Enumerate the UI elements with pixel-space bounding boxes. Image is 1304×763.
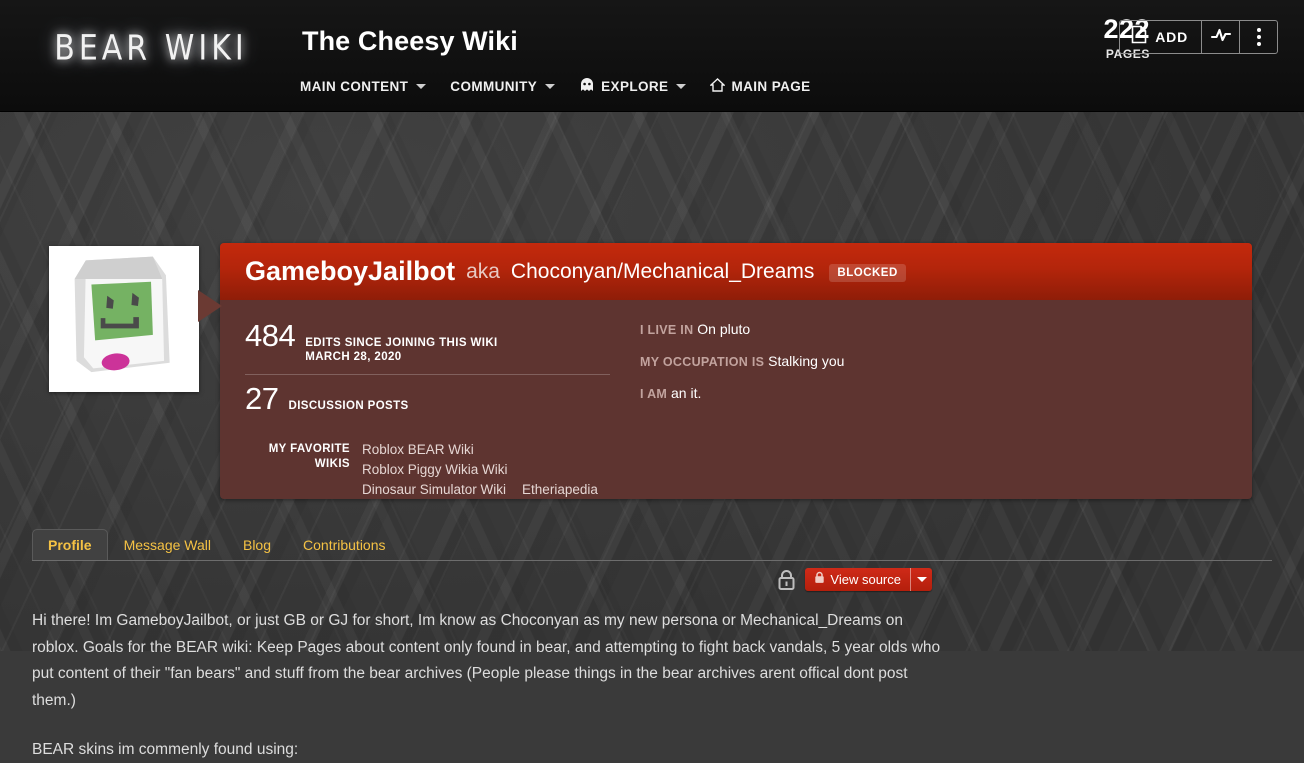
- profile-stats-column: 484 EDITS SINCE JOINING THIS WIKI MARCH …: [245, 318, 610, 499]
- add-page-button[interactable]: ADD: [1120, 21, 1201, 53]
- favorite-wiki-link[interactable]: Dinosaur Simulator Wiki: [362, 480, 506, 499]
- favorite-wiki-link[interactable]: Roblox Piggy Wikia Wiki: [362, 462, 508, 477]
- site-title[interactable]: The Cheesy Wiki: [302, 26, 518, 57]
- profile-card-body: 484 EDITS SINCE JOINING THIS WIKI MARCH …: [220, 300, 1252, 499]
- profile-article-body: Hi there! Im GameboyJailbot, or just GB …: [32, 608, 942, 763]
- user-alias: Choconyan/Mechanical_Dreams: [510, 259, 815, 283]
- edits-stat: 484 EDITS SINCE JOINING THIS WIKI MARCH …: [245, 318, 610, 365]
- favorite-label-line2: WIKIS: [314, 458, 350, 471]
- add-button-label: ADD: [1155, 29, 1188, 45]
- tab-message-wall[interactable]: Message Wall: [108, 529, 227, 560]
- nav-item-main-content[interactable]: MAIN CONTENT: [300, 79, 427, 94]
- site-logo-wordmark[interactable]: BEAR WIKI: [30, 26, 272, 70]
- nav-item-explore[interactable]: EXPLORE: [579, 78, 687, 95]
- main-navigation: MAIN CONTENT COMMUNITY EXPLORE MAIN PAGE: [300, 78, 811, 95]
- nav-item-main-page[interactable]: MAIN PAGE: [709, 78, 811, 95]
- header-button-group: ADD: [1119, 20, 1278, 54]
- view-source-main[interactable]: View source: [805, 568, 910, 591]
- tab-contributions[interactable]: Contributions: [287, 529, 402, 560]
- favorite-wikis-list: Roblox BEAR Wiki Roblox Piggy Wikia Wiki…: [362, 440, 598, 499]
- tab-profile[interactable]: Profile: [32, 529, 108, 561]
- small-lock-icon: [814, 571, 825, 589]
- edits-count: 484: [245, 318, 296, 353]
- site-header: BEAR WIKI The Cheesy Wiki MAIN CONTENT C…: [0, 0, 1304, 112]
- bio-key: I LIVE IN: [640, 323, 694, 337]
- status-badge: BLOCKED: [829, 263, 906, 282]
- chevron-down-icon: [545, 84, 556, 89]
- user-profile-card: GameboyJailbot aka Choconyan/Mechanical_…: [220, 243, 1252, 499]
- article-paragraph-1: Hi there! Im GameboyJailbot, or just GB …: [32, 612, 941, 709]
- caret-down-icon: [916, 577, 927, 582]
- favorite-wiki-link[interactable]: Etheriapedia: [522, 480, 598, 499]
- bio-value: On pluto: [697, 321, 751, 337]
- nav-label: EXPLORE: [601, 79, 669, 94]
- edits-label-line2: MARCH 28, 2020: [305, 351, 402, 364]
- tabs-divider: [32, 560, 1272, 561]
- stats-divider: [245, 373, 610, 375]
- activity-button[interactable]: [1201, 21, 1239, 53]
- favorite-wikis-label: MY FAVORITE WIKIS: [245, 440, 350, 499]
- bio-key: MY OCCUPATION IS: [640, 355, 765, 369]
- page-actions: View source: [777, 568, 932, 591]
- discussion-posts-stat: 27 DISCUSSION POSTS: [245, 381, 610, 417]
- edits-label: EDITS SINCE JOINING THIS WIKI MARCH 28, …: [305, 336, 497, 365]
- page-icon: [1131, 25, 1147, 49]
- profile-tabs: Profile Message Wall Blog Contributions: [32, 523, 1272, 561]
- article-paragraph-2: BEAR skins im commenly found using:: [32, 740, 299, 758]
- posts-label: DISCUSSION POSTS: [288, 399, 409, 412]
- favorite-wikis-section: MY FAVORITE WIKIS Roblox BEAR Wiki Roblo…: [245, 440, 610, 499]
- chevron-down-icon: [416, 84, 427, 89]
- edits-label-line1: EDITS SINCE JOINING THIS WIKI: [305, 337, 498, 349]
- home-icon: [709, 78, 727, 95]
- site-logo-text: BEAR WIKI: [54, 27, 248, 69]
- favorite-label-line1: MY FAVORITE: [268, 442, 350, 455]
- bio-occupation: MY OCCUPATION IS Stalking you: [640, 353, 844, 369]
- bio-live-in: I LIVE IN On pluto: [640, 321, 844, 337]
- bio-i-am: I AM an it.: [640, 385, 844, 401]
- view-source-dropdown[interactable]: [910, 568, 932, 591]
- view-source-button[interactable]: View source: [805, 568, 932, 591]
- nav-label: COMMUNITY: [450, 79, 538, 94]
- card-pointer: [198, 290, 222, 322]
- profile-bio-column: I LIVE IN On pluto MY OCCUPATION IS Stal…: [610, 318, 844, 499]
- padlock-icon: [777, 569, 796, 591]
- bio-key: I AM: [640, 387, 668, 401]
- ghost-icon: [579, 78, 595, 95]
- nav-item-community[interactable]: COMMUNITY: [450, 79, 556, 94]
- nav-label: MAIN CONTENT: [300, 79, 409, 94]
- chevron-down-icon: [676, 84, 687, 89]
- tab-blog[interactable]: Blog: [227, 529, 287, 560]
- favorite-wiki-link[interactable]: Roblox BEAR Wiki: [362, 442, 474, 457]
- bio-value: an it.: [671, 385, 702, 401]
- avatar[interactable]: [49, 246, 199, 392]
- aka-word: aka: [466, 259, 500, 283]
- view-source-label: View source: [830, 572, 901, 587]
- bio-value: Stalking you: [768, 353, 845, 369]
- three-dots-icon: [1256, 28, 1261, 46]
- profile-card-header: GameboyJailbot aka Choconyan/Mechanical_…: [220, 243, 1252, 300]
- nav-label: MAIN PAGE: [731, 79, 811, 94]
- pulse-icon: [1210, 26, 1232, 49]
- posts-count: 27: [245, 380, 279, 416]
- more-options-button[interactable]: [1239, 21, 1277, 53]
- gameboy-avatar-image: [54, 251, 194, 387]
- username: GameboyJailbot: [245, 256, 456, 286]
